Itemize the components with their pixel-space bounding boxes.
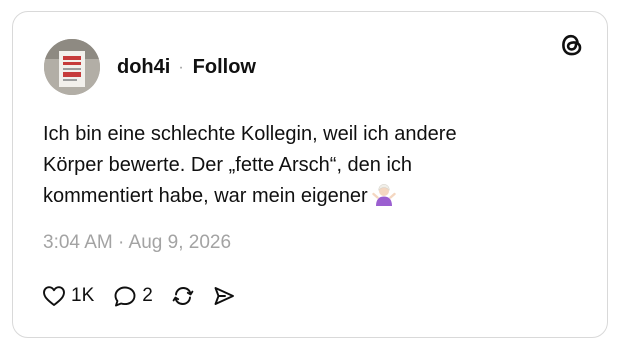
comment-icon bbox=[113, 285, 137, 307]
reply-button[interactable]: 2 bbox=[113, 285, 153, 307]
send-icon bbox=[212, 285, 236, 307]
username[interactable]: doh4i bbox=[117, 56, 170, 79]
post-card: doh4i · Follow Ich bin eine schlechte Ko… bbox=[12, 11, 608, 338]
post-header: doh4i · Follow bbox=[117, 56, 256, 79]
post-body-line: Körper bewerte. Der „fette Arsch“, den i… bbox=[43, 154, 413, 176]
like-button[interactable]: 1K bbox=[42, 285, 94, 307]
post-body-line-last: kommentiert habe, war mein eigener bbox=[43, 181, 543, 216]
reply-count: 2 bbox=[142, 285, 153, 306]
threads-logo-icon[interactable] bbox=[558, 31, 586, 59]
header-separator: · bbox=[178, 58, 184, 76]
heart-icon bbox=[42, 285, 66, 307]
avatar[interactable] bbox=[44, 39, 100, 95]
repost-button[interactable] bbox=[171, 285, 195, 307]
post-timestamp: 3:04 AM · Aug 9, 2026 bbox=[43, 232, 232, 253]
post-actions: 1K 2 bbox=[42, 285, 236, 307]
like-count: 1K bbox=[71, 285, 95, 306]
follow-button[interactable]: Follow bbox=[193, 56, 256, 79]
share-button[interactable] bbox=[212, 285, 236, 307]
post-body-line: kommentiert habe, war mein eigener bbox=[43, 185, 368, 207]
post-body-line: Ich bin eine schlechte Kollegin, weil ic… bbox=[43, 123, 457, 145]
person-shrugging-emoji-icon bbox=[371, 182, 396, 216]
repost-icon bbox=[171, 285, 195, 307]
post-body: Ich bin eine schlechte Kollegin, weil ic… bbox=[43, 119, 543, 216]
